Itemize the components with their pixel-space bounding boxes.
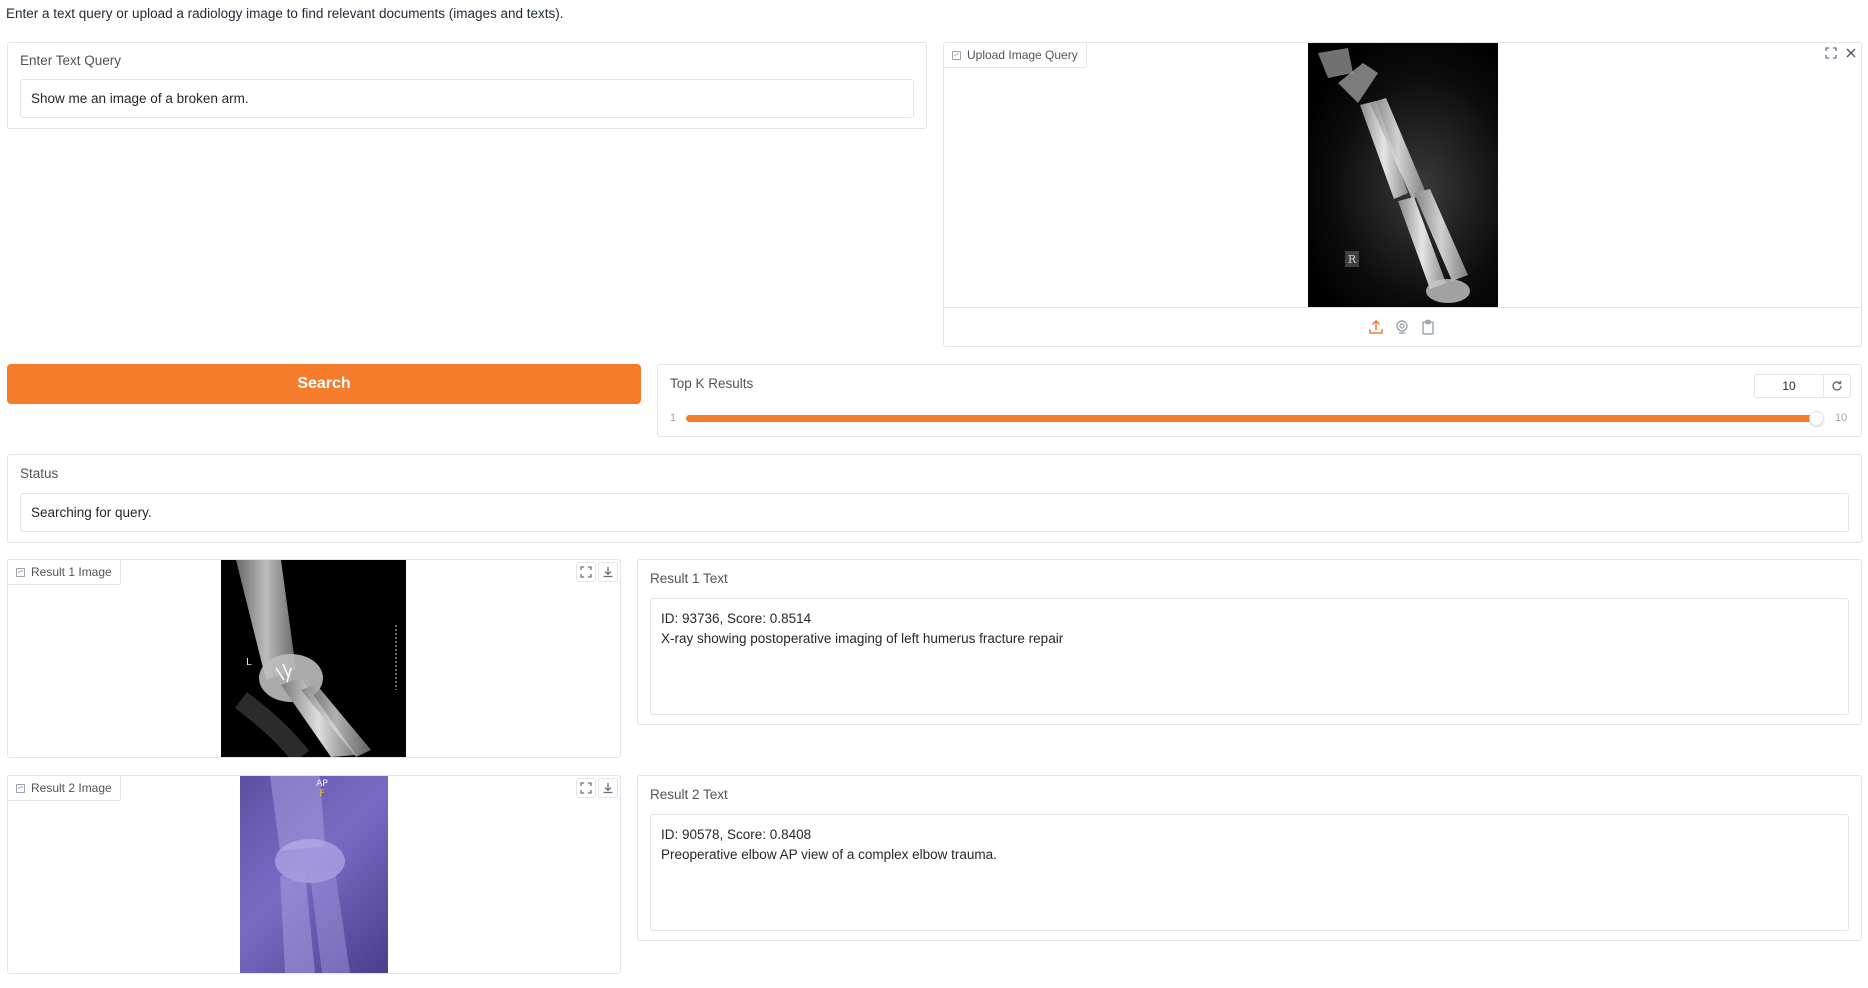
image-icon — [16, 567, 25, 577]
xray-side-marker: R — [1348, 253, 1357, 266]
result-2-fullscreen-button[interactable] — [576, 778, 596, 798]
text-query-panel: Enter Text Query Show me an image of a b… — [7, 42, 927, 129]
result-1-download-button[interactable] — [598, 562, 618, 582]
image-query-tag: Upload Image Query — [944, 43, 1087, 68]
result-1-text-panel: Result 1 Text ID: 93736, Score: 0.8514 X… — [637, 559, 1862, 725]
xray-view-marker: AP — [316, 779, 328, 789]
download-icon — [603, 783, 613, 794]
result-1-fullscreen-button[interactable] — [576, 562, 596, 582]
fullscreen-icon — [580, 782, 592, 794]
text-query-input[interactable]: Show me an image of a broken arm. — [20, 79, 914, 118]
upload-source-button[interactable] — [1368, 319, 1384, 338]
upload-source-tools — [1368, 319, 1436, 338]
clear-image-button[interactable] — [1841, 43, 1861, 63]
clipboard-source-button[interactable] — [1420, 319, 1436, 338]
fullscreen-icon — [580, 566, 592, 578]
search-button[interactable]: Search — [7, 364, 641, 404]
divider — [944, 307, 1861, 308]
download-icon — [603, 567, 613, 578]
result-1-image-label: Result 1 Image — [31, 565, 112, 579]
top-k-slider-track[interactable] — [686, 415, 1822, 422]
query-xray-image: R — [1308, 43, 1498, 307]
status-output: Searching for query. — [20, 493, 1849, 532]
top-k-max: 10 — [1835, 412, 1848, 424]
close-icon — [1846, 48, 1856, 58]
result-1-xray-image: L — [221, 560, 406, 757]
result-1-text-label: Result 1 Text — [650, 571, 728, 586]
text-query-label: Enter Text Query — [20, 53, 122, 68]
result-2-download-button[interactable] — [598, 778, 618, 798]
result-2-xray-image: AP F — [240, 776, 388, 973]
result-2-text-panel: Result 2 Text ID: 90578, Score: 0.8408 P… — [637, 775, 1862, 941]
status-label: Status — [20, 466, 59, 481]
result-2-image-panel: Result 2 Image AP F — [7, 775, 621, 974]
result-2-text-label: Result 2 Text — [650, 787, 728, 802]
result-1-image-panel: Result 1 Image L — [7, 559, 621, 758]
result-1-text-output: ID: 93736, Score: 0.8514 X-ray showing p… — [650, 598, 1849, 715]
top-k-label: Top K Results — [670, 376, 754, 391]
elbow-xray-drawing: L — [234, 560, 397, 757]
clipboard-icon — [1422, 319, 1434, 335]
top-k-panel: Top K Results — [657, 364, 1862, 437]
result-2-image-label: Result 2 Image — [31, 781, 112, 795]
top-k-slider-thumb[interactable] — [1809, 411, 1824, 426]
image-icon — [16, 783, 25, 793]
forearm-xray-drawing: R — [1318, 48, 1470, 303]
upload-icon — [1369, 319, 1383, 334]
fullscreen-button[interactable] — [1821, 43, 1841, 63]
status-panel: Status Searching for query. — [7, 454, 1862, 543]
elbow-ap-drawing: AP F — [270, 776, 350, 973]
result-2-caption: Preoperative elbow AP view of a complex … — [661, 847, 997, 862]
xray-sub-marker: F — [319, 789, 324, 799]
image-query-panel[interactable]: Upload Image Query R — [943, 42, 1862, 347]
result-2-id-score: ID: 90578, Score: 0.8408 — [661, 827, 812, 842]
top-k-min: 1 — [670, 412, 677, 424]
result-2-image-tag: Result 2 Image — [8, 776, 121, 801]
webcam-source-button[interactable] — [1394, 319, 1410, 338]
xray-side-marker: L — [246, 657, 252, 668]
result-1-image-tag: Result 1 Image — [8, 560, 121, 585]
result-2-text-output: ID: 90578, Score: 0.8408 Preoperative el… — [650, 814, 1849, 931]
result-1-caption: X-ray showing postoperative imaging of l… — [661, 631, 1064, 646]
reset-button[interactable] — [1823, 374, 1851, 398]
reset-icon — [1832, 381, 1842, 391]
image-query-label: Upload Image Query — [967, 48, 1078, 62]
image-icon — [952, 50, 961, 60]
top-k-number-input[interactable]: 10 — [1754, 374, 1824, 398]
fullscreen-icon — [1825, 47, 1837, 59]
result-1-id-score: ID: 93736, Score: 0.8514 — [661, 611, 812, 626]
webcam-icon — [1396, 320, 1408, 334]
intro-text: Enter a text query or upload a radiology… — [6, 6, 564, 21]
